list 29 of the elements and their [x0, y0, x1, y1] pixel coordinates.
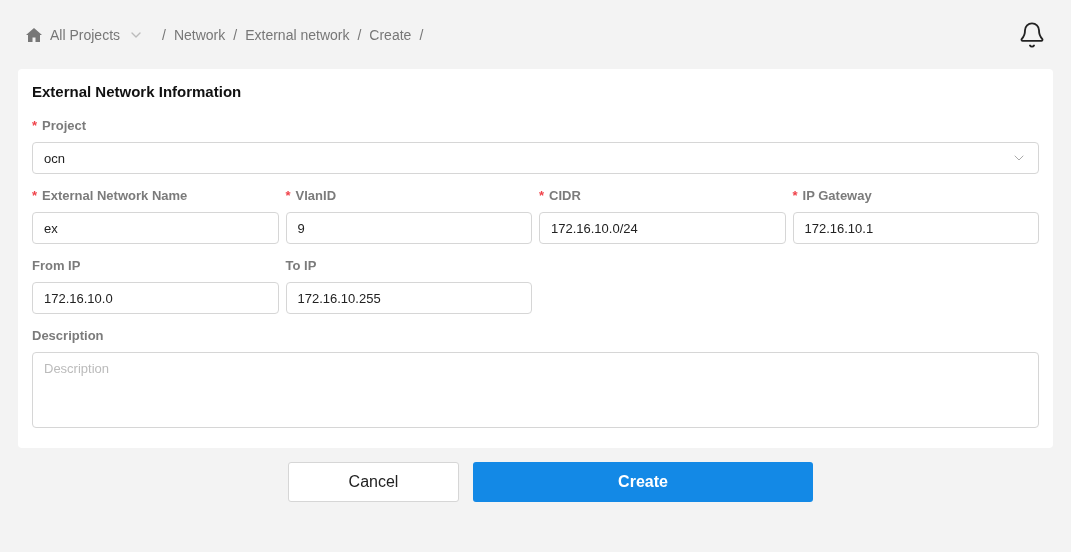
cancel-button[interactable]: Cancel: [288, 462, 459, 502]
field-label: * CIDR: [539, 188, 582, 203]
input-field[interactable]: 172.16.10.255: [285, 282, 532, 314]
breadcrumb-separator: /: [357, 26, 362, 43]
notification-bell-icon[interactable]: [1018, 20, 1046, 49]
create-button[interactable]: Create: [473, 462, 813, 502]
description-field[interactable]: Description: [32, 352, 1039, 428]
breadcrumb-link[interactable]: All Projects: [50, 26, 121, 43]
field-label: Description: [32, 328, 105, 343]
field-label: * External Network Name: [32, 188, 189, 203]
field-label: * VlanID: [285, 188, 338, 203]
breadcrumb-link[interactable]: External network: [245, 26, 350, 43]
field-label: * IP Gateway: [792, 188, 873, 203]
breadcrumb-link[interactable]: Create: [369, 26, 412, 43]
field-label: * Project: [32, 118, 88, 133]
input-field[interactable]: 9: [285, 212, 532, 244]
breadcrumb-link[interactable]: Network: [173, 26, 226, 43]
breadcrumb-separator: /: [419, 26, 424, 43]
home-icon[interactable]: [26, 27, 42, 42]
input-field[interactable]: 172.16.10.1: [792, 212, 1039, 244]
input-field[interactable]: 172.16.10.0: [32, 282, 279, 314]
project-select[interactable]: ocn: [32, 142, 1039, 174]
field-label: From IP: [32, 258, 82, 273]
breadcrumb-separator: /: [162, 26, 166, 43]
breadcrumb-separator: /: [233, 26, 238, 43]
field-label: To IP: [285, 258, 318, 273]
input-field[interactable]: 172.16.10.0/24: [539, 212, 786, 244]
input-field[interactable]: ex: [32, 212, 279, 244]
form-title: External Network Information: [32, 83, 243, 100]
